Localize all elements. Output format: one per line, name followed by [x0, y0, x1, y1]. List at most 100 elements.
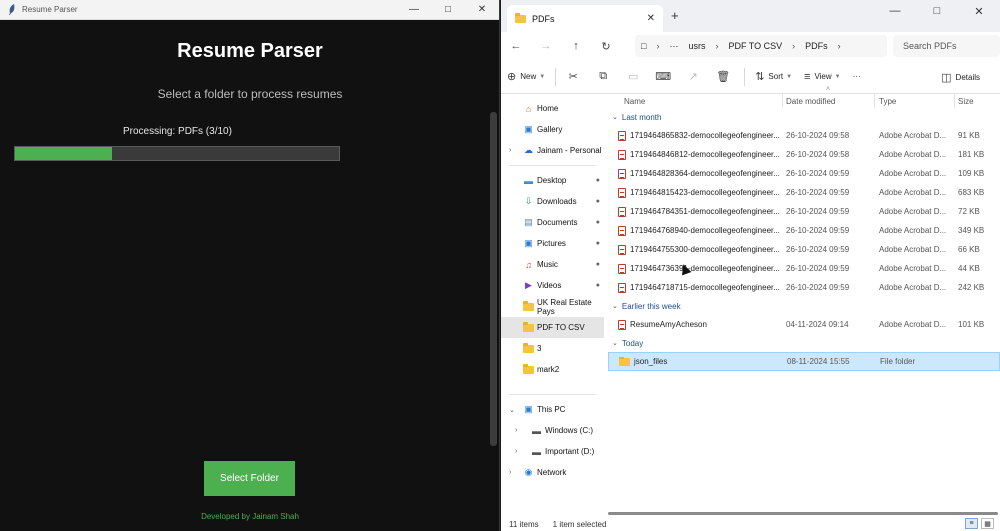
file-row[interactable]: 1719464718715-democollegeofengineer... 26…	[608, 278, 1000, 297]
nav-important-d[interactable]: › ▬ Important (D:)	[501, 441, 604, 462]
address-bar[interactable]: □ › ··· usrs › PDF TO CSV › PDFs ›	[635, 35, 887, 57]
new-tab-icon[interactable]: +	[671, 8, 679, 23]
new-button[interactable]: ⊕ New ▼	[501, 60, 551, 94]
nav-label: Jainam - Personal	[537, 146, 602, 155]
app-body: Resume Parser Select a folder to process…	[0, 20, 499, 531]
pin-icon[interactable]: ●	[596, 240, 600, 247]
tab-close-icon[interactable]: ✕	[647, 13, 655, 24]
sort-button[interactable]: ⇅ Sort ▼	[749, 60, 798, 94]
nav-label: Windows (C:)	[545, 426, 594, 435]
nav-pdf-to-csv[interactable]: PDF TO CSV	[501, 317, 604, 338]
forward-icon[interactable]: →	[531, 40, 561, 52]
view-button[interactable]: ≡ View ▼	[798, 60, 847, 94]
chevron-right-icon[interactable]: ›	[509, 147, 511, 154]
nav-music[interactable]: ♫ Music ●	[501, 254, 604, 275]
group-last-month[interactable]: ⌄ Last month	[608, 108, 1000, 126]
column-date-modified[interactable]: Date modified	[786, 97, 835, 106]
file-row[interactable]: 1719464768940-democollegeofengineer... 26…	[608, 221, 1000, 240]
pin-icon[interactable]: ●	[596, 198, 600, 205]
cut-button[interactable]: ✂	[560, 60, 590, 94]
back-icon[interactable]: ←	[501, 40, 531, 52]
chevron-right-icon[interactable]: ›	[515, 427, 517, 434]
file-row[interactable]: 1719464736391-democollegeofengineer... 26…	[608, 259, 1000, 278]
select-folder-button[interactable]: Select Folder	[204, 461, 295, 496]
details-button[interactable]: ◫ Details	[935, 60, 986, 94]
pdf-file-icon	[618, 206, 626, 217]
breadcrumb-usrs[interactable]: usrs	[688, 41, 705, 51]
pin-icon[interactable]: ●	[596, 282, 600, 289]
tab-pdfs[interactable]: PDFs ✕	[507, 5, 663, 32]
file-type: Adobe Acrobat D...	[879, 245, 947, 254]
nav-gallery[interactable]: ▣ Gallery	[501, 119, 604, 140]
video-icon: ▶	[525, 280, 532, 290]
file-row[interactable]: 1719464846812-democollegeofengineer... 26…	[608, 145, 1000, 164]
file-row[interactable]: 1719464828364-democollegeofengineer... 26…	[608, 164, 1000, 183]
file-name: ResumeAmyAcheson	[630, 320, 707, 329]
pin-icon[interactable]: ●	[596, 261, 600, 268]
nav-onedrive[interactable]: › ☁ Jainam - Personal	[501, 140, 604, 161]
file-row[interactable]: json_files 08-11-2024 15:55 File folder	[608, 352, 1000, 371]
refresh-icon[interactable]: ↻	[591, 40, 621, 53]
nav-pictures[interactable]: ▣ Pictures ●	[501, 233, 604, 254]
group-earlier-this-week[interactable]: ⌄ Earlier this week	[608, 297, 1000, 315]
horizontal-scrollbar[interactable]	[608, 512, 998, 515]
nav-videos[interactable]: ▶ Videos ●	[501, 275, 604, 296]
nav-home[interactable]: ⌂ Home	[501, 98, 604, 119]
app-scrollbar[interactable]	[490, 112, 497, 446]
chevron-down-icon[interactable]: ⌄	[509, 406, 515, 414]
file-date: 26-10-2024 09:59	[786, 188, 850, 197]
search-input[interactable]: Search PDFs	[893, 35, 1000, 57]
nav-label: PDF TO CSV	[537, 323, 585, 332]
close-button[interactable]: ✕	[465, 0, 499, 20]
file-explorer-window: PDFs ✕ + — □ ✕ ← → ↑ ↻ □ › ··· usrs › PD…	[501, 0, 1000, 531]
paste-button[interactable]: ▭	[620, 60, 650, 94]
file-size: 349 KB	[958, 226, 985, 235]
nav-documents[interactable]: ▤ Documents ●	[501, 212, 604, 233]
column-size[interactable]: Size	[958, 97, 974, 106]
delete-button[interactable]: 🗑	[710, 60, 740, 94]
share-icon: ↗	[688, 71, 698, 83]
explorer-minimize-button[interactable]: —	[874, 0, 916, 22]
resume-parser-window: Resume Parser — □ ✕ Resume Parser Select…	[0, 0, 500, 531]
nav-desktop[interactable]: ▬ Desktop ●	[501, 170, 604, 191]
selection-count: 1 item selected	[552, 519, 607, 529]
file-row[interactable]: ResumeAmyAcheson 04-11-2024 09:14 Adobe Ac…	[608, 315, 1000, 334]
column-type[interactable]: Type	[879, 97, 896, 106]
maximize-button[interactable]: □	[431, 0, 465, 20]
nav-windows-c[interactable]: › ▬ Windows (C:)	[501, 420, 604, 441]
explorer-close-button[interactable]: ✕	[958, 0, 1000, 22]
file-row[interactable]: 1719464815423-democollegeofengineer... 26…	[608, 183, 1000, 202]
minimize-button[interactable]: —	[397, 0, 431, 20]
rename-icon: ⌨	[655, 71, 672, 83]
pin-icon[interactable]: ●	[596, 177, 600, 184]
explorer-maximize-button[interactable]: □	[916, 0, 958, 22]
nav-network[interactable]: › ◉ Network	[501, 462, 604, 483]
chevron-right-icon: ›	[656, 41, 660, 51]
copy-button[interactable]: ⧉	[590, 60, 620, 94]
nav-3[interactable]: 3	[501, 338, 604, 359]
more-path-icon[interactable]: ···	[669, 41, 678, 51]
chevron-right-icon[interactable]: ›	[509, 469, 511, 476]
pin-icon[interactable]: ●	[596, 219, 600, 226]
details-view-icon[interactable]: ≡	[965, 518, 978, 529]
column-name[interactable]: Name	[624, 97, 645, 106]
more-options-button[interactable]: ···	[847, 60, 867, 94]
breadcrumb-pdfs[interactable]: PDFs	[805, 41, 828, 51]
breadcrumb-pdf-to-csv[interactable]: PDF TO CSV	[728, 41, 782, 51]
file-row[interactable]: 1719464755300-democollegeofengineer... 26…	[608, 240, 1000, 259]
chevron-right-icon[interactable]: ›	[515, 448, 517, 455]
file-date: 08-11-2024 15:55	[787, 357, 850, 366]
rename-button[interactable]: ⌨	[650, 60, 680, 94]
nav-uk-real-estate[interactable]: UK Real Estate Pays	[501, 296, 604, 317]
file-row[interactable]: 1719464784351-democollegeofengineer... 26…	[608, 202, 1000, 221]
group-today[interactable]: ⌄ Today	[608, 334, 1000, 352]
tiles-view-icon[interactable]: ▦	[981, 518, 994, 529]
nav-downloads[interactable]: ⇩ Downloads ●	[501, 191, 604, 212]
nav-this-pc[interactable]: ⌄ ▣ This PC	[501, 399, 604, 420]
share-button[interactable]: ↗	[680, 60, 710, 94]
up-icon[interactable]: ↑	[561, 40, 591, 52]
file-row[interactable]: 1719464865832-democollegeofengineer... 26…	[608, 126, 1000, 145]
file-size: 72 KB	[958, 207, 980, 216]
nav-mark2[interactable]: mark2	[501, 359, 604, 380]
navigation-pane: ⌂ Home ▣ Gallery › ☁ Jainam - Personal ▬ Desk…	[501, 94, 604, 517]
